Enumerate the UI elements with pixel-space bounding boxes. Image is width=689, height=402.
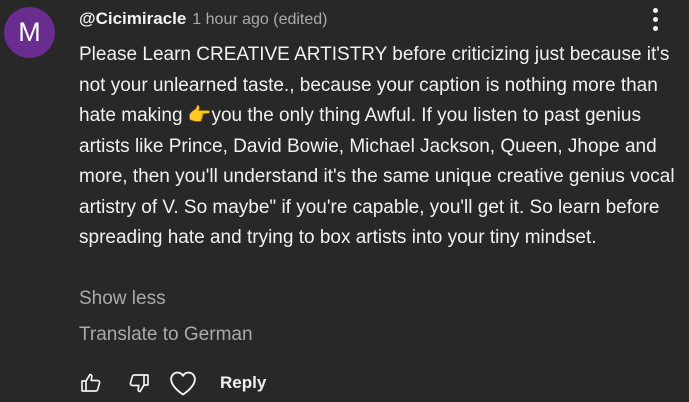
thumbs-up-icon — [79, 371, 103, 395]
more-dot — [652, 16, 658, 22]
heart-button[interactable] — [166, 366, 200, 400]
show-less-button[interactable]: Show less — [79, 288, 166, 310]
dislike-button[interactable] — [122, 366, 156, 400]
comment-header: @Cicimiracle 1 hour ago (edited) — [79, 9, 328, 29]
like-button[interactable] — [74, 366, 108, 400]
reply-button[interactable]: Reply — [220, 373, 266, 393]
avatar[interactable]: M — [4, 7, 55, 58]
more-dot — [652, 7, 658, 13]
more-actions-button[interactable] — [640, 2, 670, 36]
thumbs-down-icon — [127, 371, 151, 395]
avatar-letter: M — [18, 17, 41, 47]
comment-actions: Reply — [74, 366, 266, 400]
comment-timestamp[interactable]: 1 hour ago (edited) — [192, 11, 327, 29]
comment-text: Please Learn CREATIVE ARTISTRY before cr… — [79, 44, 675, 248]
more-dot — [652, 25, 658, 31]
author-name[interactable]: @Cicimiracle — [79, 9, 186, 29]
heart-icon — [168, 369, 198, 397]
translate-button[interactable]: Translate to German — [79, 324, 253, 346]
